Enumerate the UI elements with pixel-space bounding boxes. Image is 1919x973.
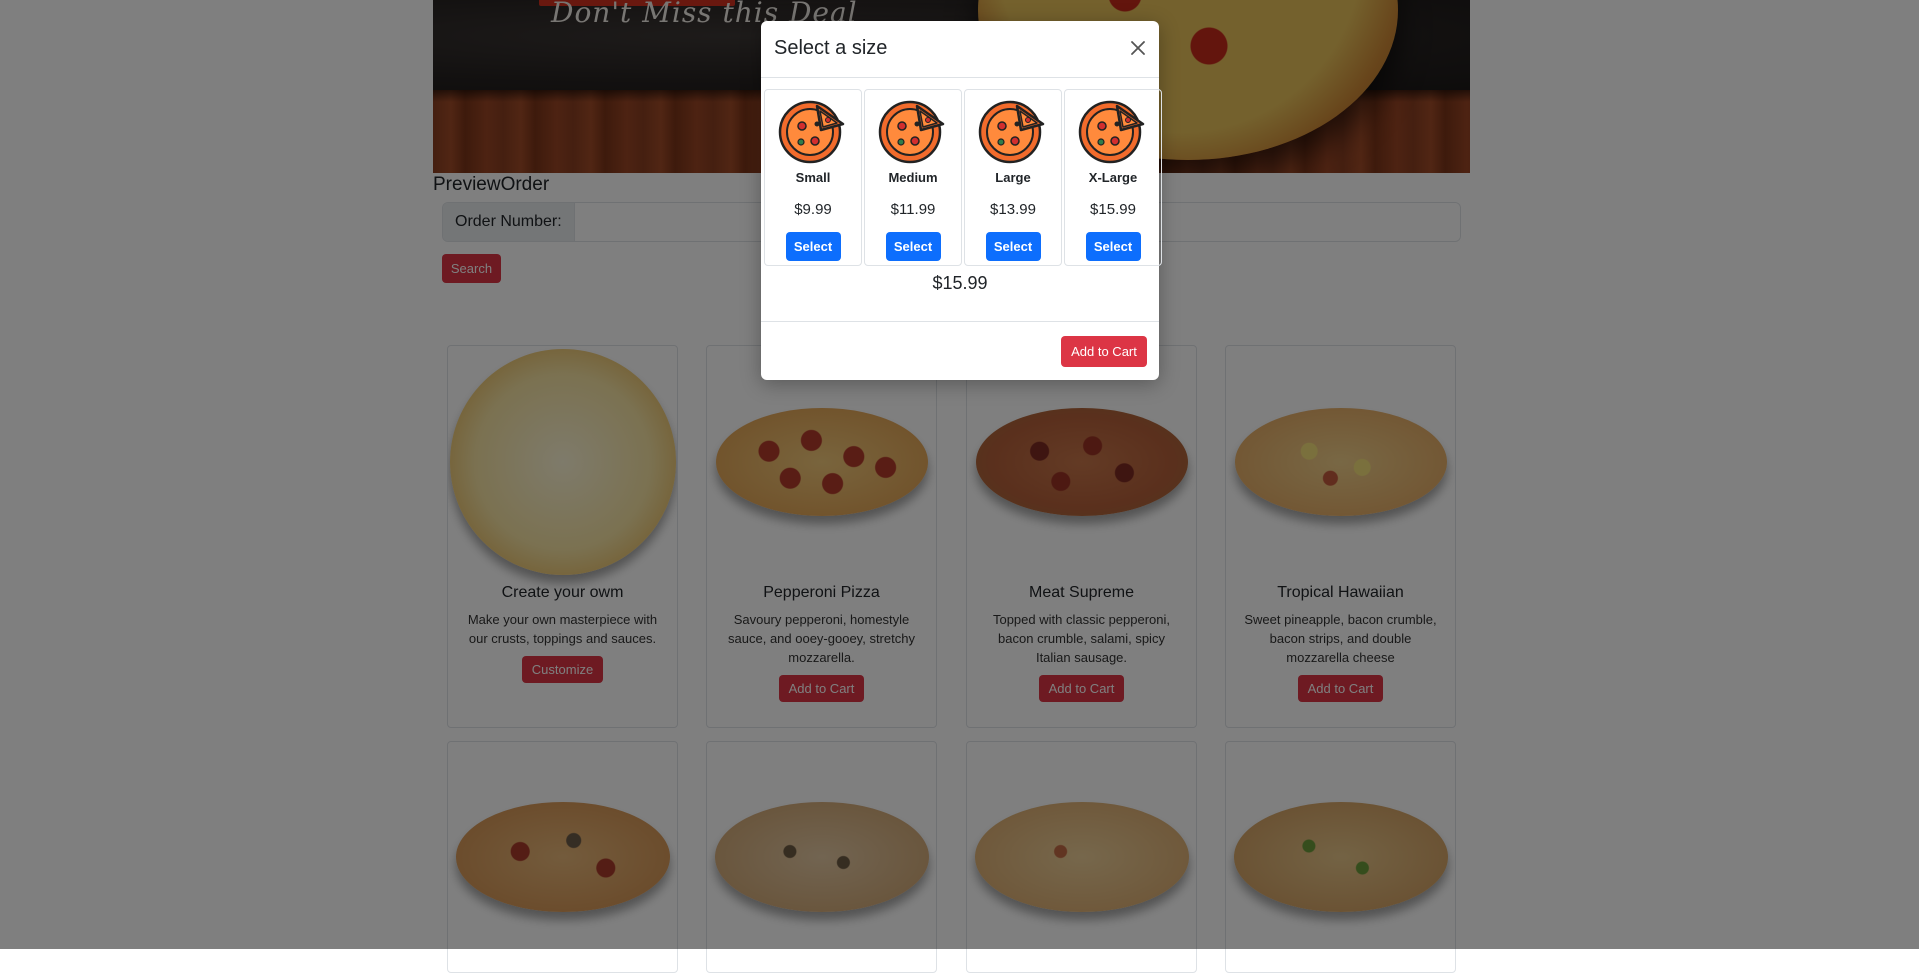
modal-title: Select a size xyxy=(774,37,888,59)
size-card-small: Small $9.99 Select xyxy=(764,89,862,266)
pizza-icon xyxy=(778,100,845,164)
size-price: $13.99 xyxy=(990,201,1036,218)
size-name: Large xyxy=(995,170,1031,185)
size-name: Medium xyxy=(888,170,938,185)
size-select-modal: Select a size Small $9.99 Select Medium … xyxy=(761,21,1162,380)
select-medium-button[interactable]: Select xyxy=(885,232,941,261)
select-x-large-button[interactable]: Select xyxy=(1085,232,1141,261)
size-card-medium: Medium $11.99 Select xyxy=(864,89,962,266)
modal-footer-divider xyxy=(761,321,1159,322)
size-card-large: Large $13.99 Select xyxy=(964,89,1062,266)
close-icon xyxy=(1131,41,1145,55)
select-small-button[interactable]: Select xyxy=(785,232,841,261)
size-price: $11.99 xyxy=(890,201,936,218)
size-name: X-Large xyxy=(1088,170,1138,185)
pizza-order-page: Don't Miss this Deal PreviewOrder Order … xyxy=(0,0,1919,973)
add-to-cart-button[interactable]: Add to Cart xyxy=(1061,336,1147,367)
select-large-button[interactable]: Select xyxy=(985,232,1041,261)
pizza-icon xyxy=(978,100,1045,164)
size-name: Small xyxy=(795,170,831,185)
size-price: $15.99 xyxy=(1090,201,1136,218)
modal-header: Select a size xyxy=(761,21,1159,78)
pizza-icon xyxy=(878,100,945,164)
size-options: Small $9.99 Select Medium $11.99 Select … xyxy=(764,89,1164,266)
size-card-x-large: X-Large $15.99 Select xyxy=(1064,89,1162,266)
selected-total-price: $15.99 xyxy=(932,273,988,293)
size-price: $9.99 xyxy=(794,201,832,218)
close-button[interactable] xyxy=(1125,35,1151,61)
pizza-icon xyxy=(1078,100,1145,164)
